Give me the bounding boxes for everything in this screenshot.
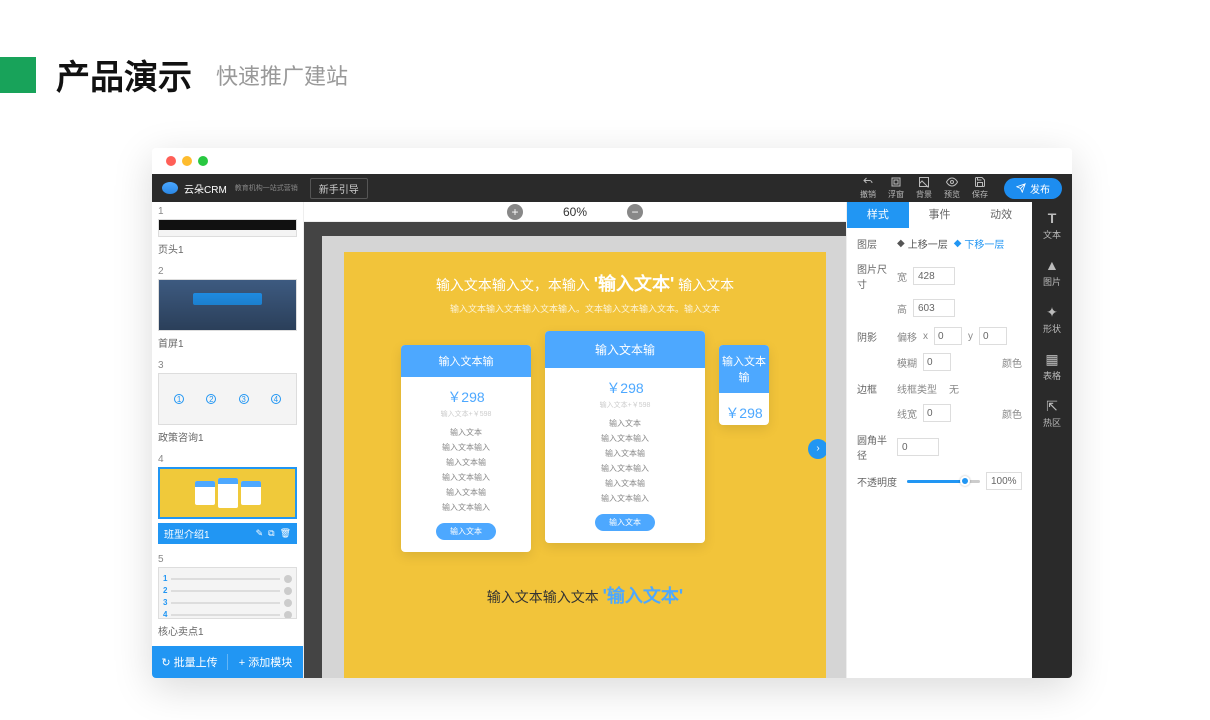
maximize-icon[interactable] bbox=[198, 156, 208, 166]
delete-icon[interactable]: 🗑 bbox=[280, 528, 291, 539]
pricing-card-1[interactable]: 输入文本输 ￥298 输入文本+￥598 输入文本输入文本输入输入文本输输入文本… bbox=[401, 345, 531, 552]
width-input[interactable] bbox=[913, 267, 955, 285]
app-toolbar: 云朵CRM 教育机构一站式营销 新手引导 撤销 浮窗 背景 预览 bbox=[152, 174, 1072, 202]
opacity-slider[interactable] bbox=[907, 480, 980, 483]
radius-input[interactable] bbox=[897, 438, 939, 456]
tab-event[interactable]: 事件 bbox=[909, 202, 971, 228]
pricing-card-3[interactable]: 输入文本输 ￥298 bbox=[719, 345, 769, 425]
cloud-icon bbox=[162, 182, 178, 194]
layer-up-button[interactable]: ◆ 上移一层 bbox=[897, 236, 948, 251]
shadow-x-input[interactable] bbox=[934, 327, 962, 345]
carousel-next-icon[interactable]: › bbox=[808, 439, 826, 459]
minimize-icon[interactable] bbox=[182, 156, 192, 166]
publish-button[interactable]: 发布 bbox=[1004, 178, 1062, 199]
ruler-horizontal bbox=[322, 222, 846, 236]
page-title: 产品演示 bbox=[56, 50, 192, 99]
logo: 云朵CRM 教育机构一站式营销 bbox=[162, 181, 298, 196]
rail-hotspot[interactable]: ⇱热区 bbox=[1043, 398, 1061, 429]
page-thumb-4[interactable]: 4 班型介绍1✎⧉🗑 bbox=[158, 454, 297, 544]
hero-heading[interactable]: 输入文本输入文，本输入 '输入文本' 输入文本 bbox=[344, 270, 826, 296]
page-thumb-5[interactable]: 5 1 2 3 4 核心卖点1 bbox=[158, 554, 297, 638]
opacity-input[interactable] bbox=[986, 472, 1022, 490]
properties-panel: 样式 事件 动效 图层 ◆ 上移一层 ◆ 下移一层 图片尺寸 宽 bbox=[846, 202, 1032, 678]
accent-bar bbox=[0, 57, 36, 93]
border-width-input[interactable] bbox=[923, 404, 951, 422]
canvas-area[interactable]: + 60% − 输入文本输入文，本输入 '输入文本' 输入文本 输入文本输入文本… bbox=[304, 202, 846, 678]
page-thumb-1[interactable]: 1 页头1 bbox=[158, 206, 297, 256]
copy-icon[interactable]: ⧉ bbox=[268, 528, 274, 539]
rail-text[interactable]: T文本 bbox=[1043, 210, 1061, 241]
window-titlebar bbox=[152, 148, 1072, 174]
border-type-select[interactable]: 无 bbox=[949, 381, 959, 396]
guide-button[interactable]: 新手引导 bbox=[310, 178, 368, 199]
logo-text: 云朵CRM bbox=[184, 181, 227, 196]
card-cta-button[interactable]: 输入文本 bbox=[595, 514, 655, 531]
batch-upload-button[interactable]: ↻ 批量上传 bbox=[152, 654, 228, 670]
logo-subtext: 教育机构一站式营销 bbox=[235, 185, 298, 192]
rail-shape[interactable]: ✦形状 bbox=[1043, 304, 1061, 335]
zoom-out-button[interactable]: − bbox=[627, 204, 643, 220]
edit-icon[interactable]: ✎ bbox=[256, 528, 264, 539]
page-thumb-2[interactable]: 2 首屏1 bbox=[158, 266, 297, 350]
page-list-panel: 1 页头1 2 首屏1 3 1234 政策咨询1 bbox=[152, 202, 304, 678]
zoom-in-button[interactable]: + bbox=[507, 204, 523, 220]
canvas-content[interactable]: 输入文本输入文，本输入 '输入文本' 输入文本 输入文本输入文本输入文本输入。文… bbox=[344, 252, 826, 678]
undo-button[interactable]: 撤销 bbox=[854, 176, 882, 200]
save-button[interactable]: 保存 bbox=[966, 176, 994, 200]
shadow-blur-input[interactable] bbox=[923, 353, 951, 371]
background-button[interactable]: 背景 bbox=[910, 176, 938, 200]
layer-down-button[interactable]: ◆ 下移一层 bbox=[954, 236, 1005, 251]
ruler-vertical bbox=[304, 222, 322, 678]
tool-rail: T文本 ▲图片 ✦形状 ▦表格 ⇱热区 bbox=[1032, 202, 1072, 678]
tab-animation[interactable]: 动效 bbox=[970, 202, 1032, 228]
pricing-card-2[interactable]: 输入文本输 ￥298 输入文本+￥598 输入文本输入文本输入输入文本输输入文本… bbox=[545, 331, 705, 543]
page-thumb-3[interactable]: 3 1234 政策咨询1 bbox=[158, 360, 297, 444]
float-button[interactable]: 浮窗 bbox=[882, 176, 910, 200]
shadow-y-input[interactable] bbox=[979, 327, 1007, 345]
hero-subheading[interactable]: 输入文本输入文本输入文本输入。文本输入文本输入文本。输入文本 bbox=[344, 302, 826, 315]
rail-table[interactable]: ▦表格 bbox=[1043, 351, 1061, 382]
card-cta-button[interactable]: 输入文本 bbox=[436, 523, 496, 540]
page-subtitle: 快速推广建站 bbox=[216, 59, 348, 91]
add-module-button[interactable]: + 添加模块 bbox=[228, 654, 303, 670]
rail-image[interactable]: ▲图片 bbox=[1043, 257, 1061, 288]
preview-button[interactable]: 预览 bbox=[938, 176, 966, 200]
height-input[interactable] bbox=[913, 299, 955, 317]
bottom-heading[interactable]: 输入文本输入文本 '输入文本' bbox=[344, 582, 826, 608]
zoom-value: 60% bbox=[563, 205, 587, 219]
app-window: 云朵CRM 教育机构一站式营销 新手引导 撤销 浮窗 背景 预览 bbox=[152, 148, 1072, 678]
tab-style[interactable]: 样式 bbox=[847, 202, 909, 228]
close-icon[interactable] bbox=[166, 156, 176, 166]
